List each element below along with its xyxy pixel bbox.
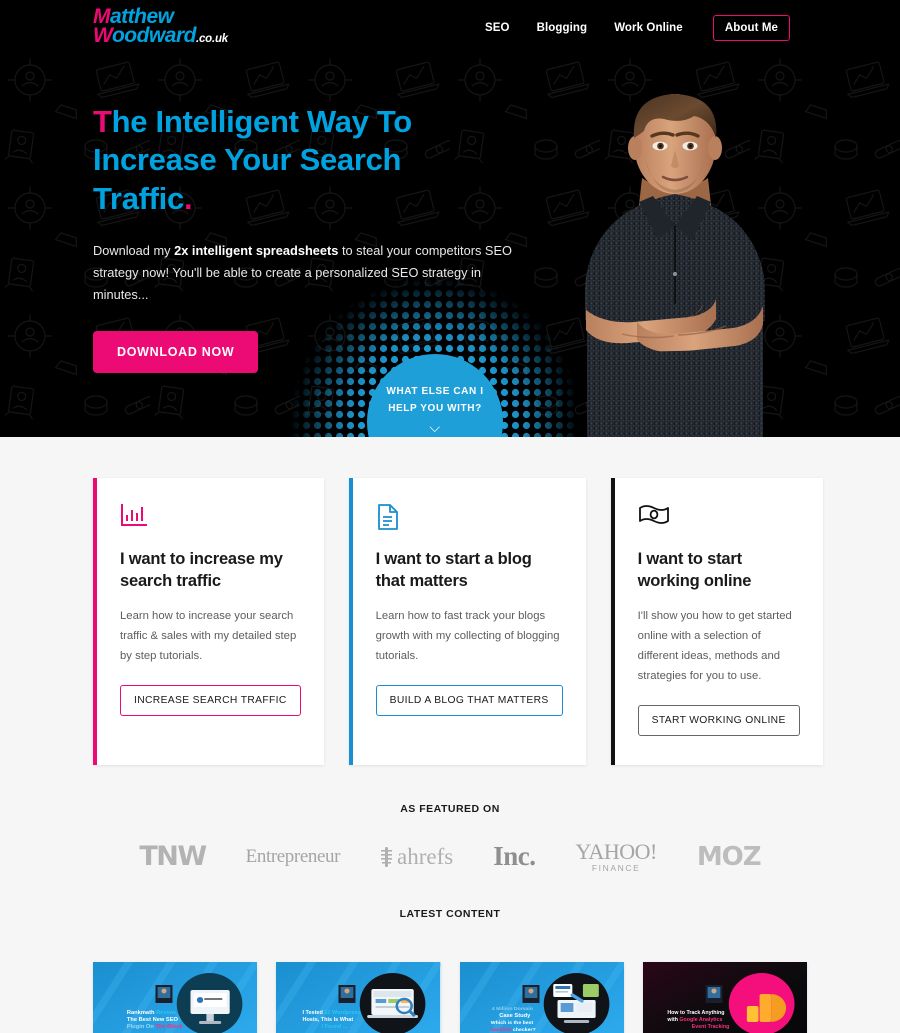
card-title: I want to start working online [637, 550, 752, 590]
card-start-a-blog[interactable]: I want to start a blog that matters Lear… [348, 478, 586, 765]
svg-text:Plugin On The Block: Plugin On The Block [127, 1025, 184, 1031]
help-cards-section: I want to increase my search traffic Lea… [0, 437, 900, 765]
svg-text:Case Study: Case Study [499, 1014, 531, 1020]
build-a-blog-button[interactable]: BUILD A BLOG THAT MATTERS [375, 684, 563, 716]
press-logos: TNW Entrepreneur ahrefs Inc. YAHOO! FINA… [0, 838, 900, 873]
start-working-online-button[interactable]: START WORKING ONLINE [637, 704, 800, 736]
svg-text:I Tested 12 Wordpress: I Tested 12 Wordpress [303, 1011, 361, 1017]
yahoo-finance-sub: FINANCE [591, 862, 641, 873]
logo-w: W [93, 24, 112, 48]
post-card[interactable]: I Tested 12 Wordpress Hosts, This Is Wha… [276, 962, 441, 1033]
svg-text:backlink checker?: backlink checker? [490, 1028, 535, 1033]
main-navigation: SEO Blogging Work Online About Me [485, 0, 790, 56]
post-thumbnail[interactable]: 4 Million Domain Case Study Which is the… [459, 962, 624, 1033]
svg-text:Which is the best: Which is the best [490, 1021, 533, 1027]
card-body: Learn how to increase your search traffi… [120, 609, 297, 662]
site-header: Matthew Woodward.co.uk SEO Blogging Work… [0, 0, 900, 56]
inc-logo: Inc. [493, 841, 536, 872]
yahoo-wordmark: YAHOO! [575, 838, 657, 864]
ahrefs-logo: ahrefs [380, 844, 453, 870]
card-working-online[interactable]: I want to start working online I'll show… [610, 478, 823, 765]
site-logo[interactable]: Matthew Woodward.co.uk [93, 6, 228, 48]
post-thumbnail[interactable]: I Tested 12 Wordpress Hosts, This Is Wha… [276, 962, 441, 1033]
svg-text:with Google Analytics: with Google Analytics [666, 1018, 722, 1024]
latest-content-section: LATEST CONTENT Rankmath Review The Best … [0, 888, 900, 1033]
hero-heading-line-2: Increase Your Search Traffic [93, 142, 402, 216]
svg-text:How to Track Anything: How to Track Anything [667, 1011, 724, 1017]
post-card[interactable]: Rankmath Review The Best New SEO Plugin … [93, 962, 258, 1033]
tnw-logo: TNW [139, 841, 207, 873]
svg-text:Rankmath Review: Rankmath Review [127, 1011, 177, 1017]
portrait-illustration [585, 94, 765, 437]
post-cards: Rankmath Review The Best New SEO Plugin … [0, 946, 900, 1033]
hero-section: The Intelligent Way To Increase Your Sea… [0, 56, 900, 437]
help-cards: I want to increase my search traffic Lea… [0, 478, 900, 765]
svg-text:The Best New SEO: The Best New SEO [127, 1018, 179, 1024]
logo-oodward: oodward [111, 24, 197, 48]
post-thumbnail[interactable]: Rankmath Review The Best New SEO Plugin … [93, 962, 258, 1033]
chevron-down-icon[interactable]: ⌵ [429, 420, 440, 434]
hero-subtext: Download my 2x intelligent spreadsheets … [93, 240, 529, 306]
latest-content-label: LATEST CONTENT [399, 908, 501, 921]
card-body: I'll show you how to get started online … [637, 609, 792, 682]
as-featured-on-section: AS FEATURED ON TNW Entrepreneur ahrefs I… [0, 764, 900, 889]
card-title: I want to start a blog that matters [375, 550, 532, 590]
nav-item-work-online[interactable]: Work Online [614, 22, 683, 34]
hero-subtext-bold: 2x intelligent spreadsheets [174, 243, 339, 259]
svg-text:Hosts, This Is What: Hosts, This Is What [303, 1018, 354, 1024]
hero-content: The Intelligent Way To Increase Your Sea… [0, 56, 512, 374]
post-card[interactable]: How to Track Anything with Google Analyt… [642, 962, 807, 1033]
as-featured-on-label: AS FEATURED ON [400, 802, 500, 815]
logo-line-2: Woodward.co.uk [93, 24, 228, 48]
nav-item-about-me[interactable]: About Me [712, 15, 790, 41]
yahoo-finance-logo: YAHOO! FINANCE [575, 838, 657, 873]
card-title: I want to increase my search traffic [120, 550, 283, 590]
nav-item-seo[interactable]: SEO [485, 22, 510, 34]
entrepreneur-logo: Entrepreneur [245, 845, 341, 867]
ahrefs-mark-icon [381, 846, 393, 867]
thumbnail-image: Rankmath Review The Best New SEO Plugin … [93, 962, 258, 1033]
scroll-prompt[interactable]: WHAT ELSE CAN I HELP YOU WITH? ⌵ [290, 375, 580, 437]
increase-search-traffic-button[interactable]: INCREASE SEARCH TRAFFIC [120, 684, 301, 716]
hero-heading: The Intelligent Way To Increase Your Sea… [93, 103, 470, 218]
nav-item-blogging[interactable]: Blogging [537, 22, 588, 34]
svg-text:Event Tracking: Event Tracking [691, 1025, 729, 1031]
bar-chart-icon [120, 503, 301, 533]
ahrefs-wordmark: ahrefs [397, 843, 454, 869]
landing-page: Matthew Woodward.co.uk SEO Blogging Work… [0, 0, 900, 1033]
hero-heading-period: . [183, 180, 193, 216]
hero-heading-accent-t: T [93, 104, 112, 139]
logo-tld: .co.uk [195, 33, 228, 46]
svg-text:4 Million Domain: 4 Million Domain [491, 1007, 532, 1013]
thumbnail-image: How to Track Anything with Google Analyt… [642, 962, 807, 1033]
hero-heading-line-1: he Intelligent Way To [111, 104, 413, 139]
post-card[interactable]: 4 Million Domain Case Study Which is the… [459, 962, 624, 1033]
card-body: Learn how to fast track your blogs growt… [375, 609, 560, 662]
thumbnail-image: I Tested 12 Wordpress Hosts, This Is Wha… [276, 962, 441, 1033]
hero-subtext-part-1: Download my [93, 243, 175, 259]
banknote-icon [638, 503, 800, 533]
moz-logo: MOZ [696, 841, 762, 872]
document-icon [376, 503, 563, 533]
scroll-prompt-line-1: WHAT ELSE CAN I [386, 386, 484, 397]
thumbnail-image: 4 Million Domain Case Study Which is the… [459, 962, 624, 1033]
post-thumbnail[interactable]: How to Track Anything with Google Analyt… [642, 962, 807, 1033]
download-now-button[interactable]: DOWNLOAD NOW [93, 331, 259, 374]
svg-text:I Found ...: I Found ... [322, 1025, 348, 1031]
card-increase-search-traffic[interactable]: I want to increase my search traffic Lea… [93, 478, 324, 765]
hero-portrait [550, 82, 800, 437]
scroll-prompt-line-2: HELP YOU WITH? [388, 402, 482, 414]
